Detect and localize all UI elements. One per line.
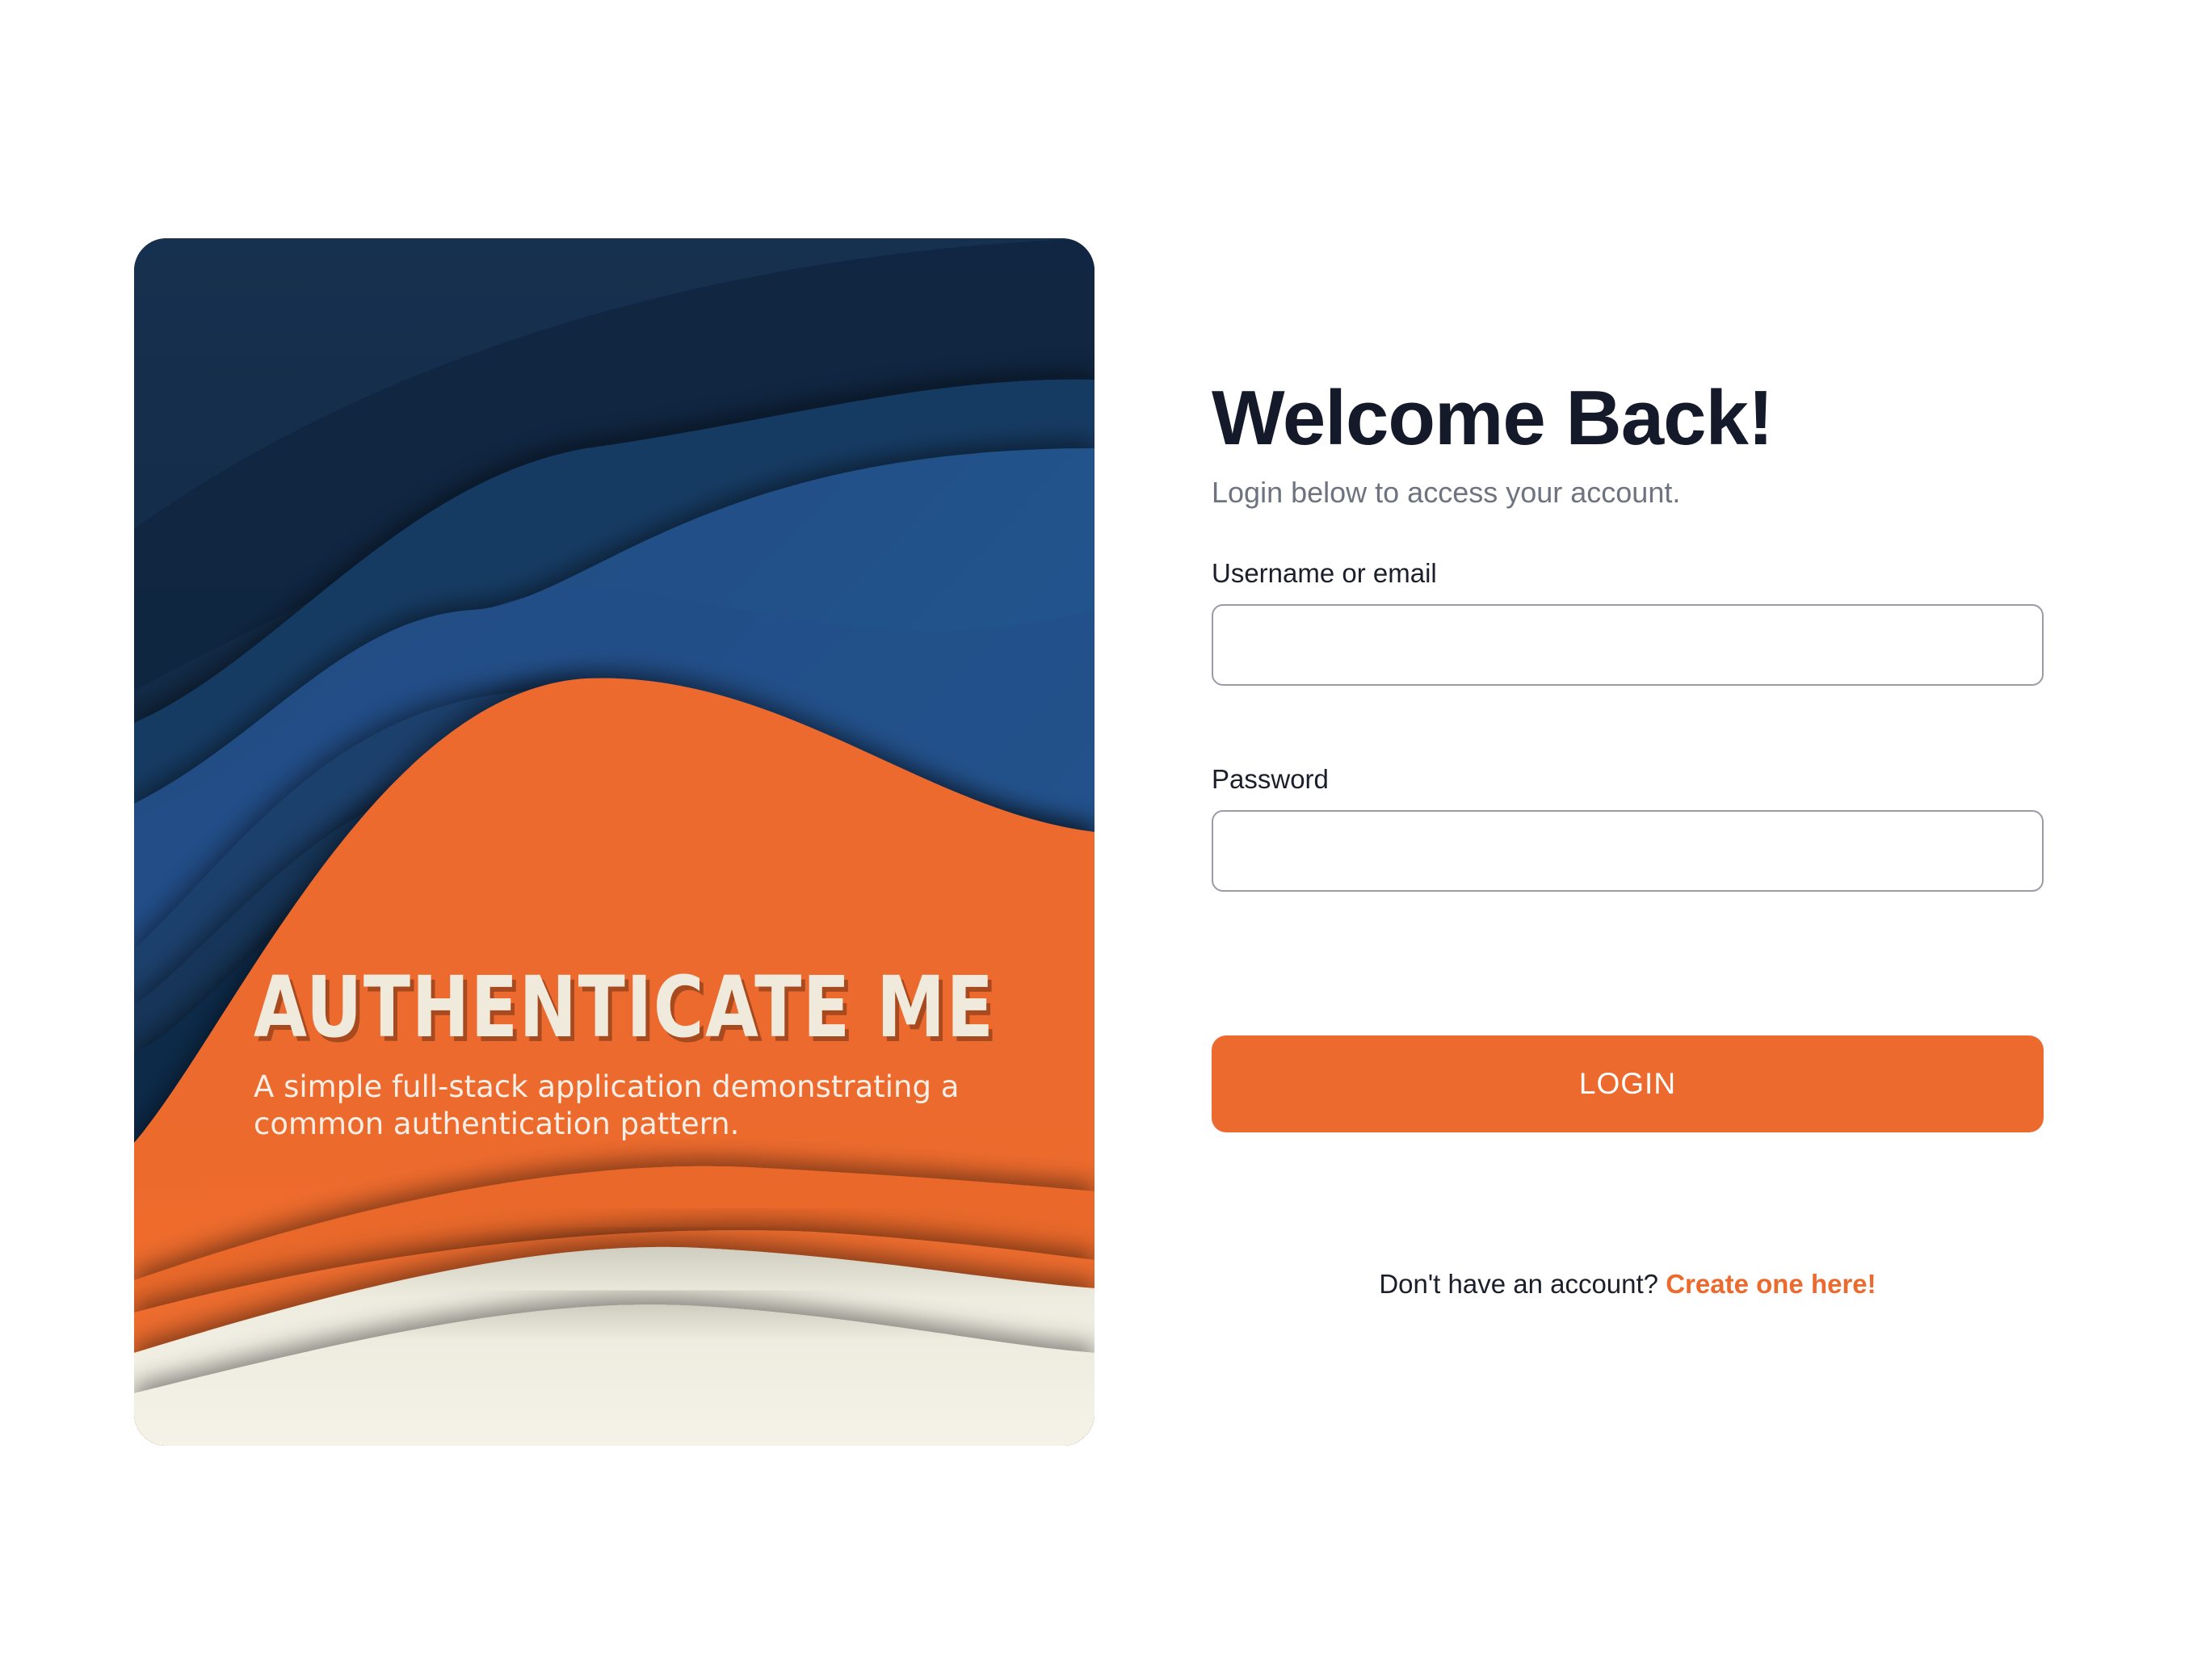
username-input[interactable] — [1212, 604, 2044, 686]
signup-prompt: Don't have an account? — [1379, 1269, 1659, 1299]
page-subtitle: Login below to access your account. — [1212, 476, 1681, 509]
username-label: Username or email — [1212, 558, 1437, 588]
login-button[interactable]: LOGIN — [1212, 1035, 2044, 1132]
hero-card: AUTHENTICATE ME A simple full-stack appl… — [134, 238, 1094, 1446]
password-label: Password — [1212, 764, 1329, 794]
page-title: Welcome Back! — [1212, 375, 1774, 461]
wave-illustration — [134, 238, 1094, 1446]
password-input[interactable] — [1212, 810, 2044, 892]
hero-subtitle: A simple full-stack application demonstr… — [254, 1069, 960, 1141]
create-account-link[interactable]: Create one here! — [1666, 1269, 1876, 1299]
login-form: Welcome Back! Login below to access your… — [1212, 380, 2044, 1300]
signup-prompt-line: Don't have an account? Create one here! — [1212, 1268, 2044, 1300]
hero-title: AUTHENTICATE ME — [254, 958, 995, 1056]
